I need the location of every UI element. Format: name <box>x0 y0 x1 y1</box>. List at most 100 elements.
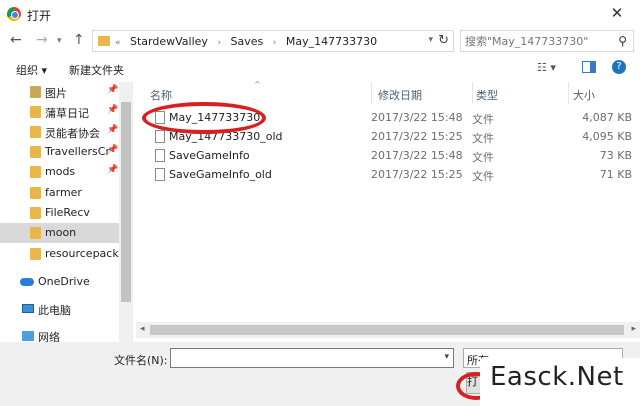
folder-icon <box>30 146 41 158</box>
new-folder-button[interactable]: 新建文件夹 <box>69 62 124 78</box>
file-date: 2017/3/22 15:25 <box>371 130 463 143</box>
sidebar-item-folder[interactable]: mods 📌 <box>0 162 120 182</box>
scrollbar-thumb[interactable] <box>150 325 624 335</box>
refresh-icon[interactable]: ↻ <box>438 33 449 48</box>
sidebar-item-label: moon <box>45 226 77 239</box>
sidebar-item-folder[interactable]: FileRecv <box>0 203 120 223</box>
navigation-pane: 图片 📌 蒲草日记 📌 灵能者协会 📌 TravellersCr 📌 mods … <box>0 82 133 342</box>
file-date: 2017/3/22 15:48 <box>371 149 463 162</box>
close-button[interactable]: ✕ <box>594 0 640 28</box>
sidebar-item-label: FileRecv <box>45 206 90 219</box>
column-header-type[interactable]: 类型 <box>472 82 568 104</box>
filename-combobox[interactable]: ▾ <box>170 348 454 368</box>
scroll-right-icon[interactable]: ▸ <box>631 324 636 334</box>
file-size: 71 KB <box>599 168 632 181</box>
sidebar-item-label: resourcepacks <box>45 247 125 260</box>
file-icon <box>155 130 165 143</box>
sidebar-item-label: farmer <box>45 186 82 199</box>
folder-icon <box>98 36 110 46</box>
sidebar-item-label: 网络 <box>38 331 60 342</box>
file-date: 2017/3/22 15:48 <box>371 111 463 124</box>
file-icon <box>155 149 165 162</box>
pictures-icon <box>30 86 41 98</box>
view-options-icon[interactable]: ☷ ▾ <box>537 61 556 74</box>
sidebar-item-this-pc[interactable]: 此电脑 <box>0 299 120 319</box>
window-title: 打开 <box>27 9 52 23</box>
search-box[interactable]: ⚲ <box>460 30 634 52</box>
file-size: 73 KB <box>599 149 632 162</box>
file-name: SaveGameInfo_old <box>169 168 272 181</box>
back-arrow-icon[interactable]: ← <box>10 32 22 48</box>
column-header-date[interactable]: 修改日期 <box>371 82 471 104</box>
sidebar-item-folder[interactable]: resourcepacks <box>0 244 124 264</box>
file-row[interactable]: SaveGameInfo_old 2017/3/22 15:25 文件 71 K… <box>136 165 640 184</box>
preview-pane-icon[interactable] <box>582 61 596 73</box>
file-type: 文件 <box>472 132 494 145</box>
organize-button[interactable]: 组织 ▾ <box>16 62 47 78</box>
column-header-name[interactable]: 名称 <box>150 82 370 104</box>
onedrive-cloud-icon <box>20 278 34 286</box>
pin-icon: 📌 <box>107 165 119 175</box>
file-row[interactable]: SaveGameInfo 2017/3/22 15:48 文件 73 KB <box>136 146 640 165</box>
filename-input[interactable] <box>171 349 431 367</box>
crumb-separator-icon[interactable]: › <box>217 38 221 48</box>
forward-arrow-icon[interactable]: → <box>36 32 48 48</box>
crumb-current-folder[interactable]: May_147733730 <box>286 35 377 48</box>
folder-icon <box>30 187 41 199</box>
chevron-down-icon[interactable]: ▾ <box>444 352 449 362</box>
sidebar-item-label: 灵能者协会 <box>45 127 100 140</box>
computer-icon <box>22 304 34 313</box>
sidebar-item-folder[interactable]: 灵能者协会 📌 <box>0 122 120 142</box>
file-list: ^ 名称 修改日期 类型 大小 May_147733730 2017/3/22 … <box>136 80 640 340</box>
command-bar: 组织 ▾ 新建文件夹 ☷ ▾ ? <box>0 58 640 80</box>
address-dropdown-icon[interactable]: ▾ <box>428 35 433 45</box>
red-highlight-annotation <box>142 102 266 134</box>
pin-icon: 📌 <box>107 105 119 115</box>
file-size: 4,087 KB <box>582 111 632 124</box>
sidebar-item-label: 此电脑 <box>38 304 71 317</box>
column-header-size[interactable]: 大小 <box>568 82 640 104</box>
folder-icon <box>30 166 41 178</box>
scroll-left-icon[interactable]: ◂ <box>140 324 145 334</box>
chrome-app-icon <box>7 7 21 21</box>
file-type: 文件 <box>472 170 494 183</box>
sidebar-scrollbar[interactable] <box>119 82 132 342</box>
crumb-separator-icon[interactable]: › <box>273 38 277 48</box>
watermark: Easck.Net <box>480 358 640 406</box>
sidebar-item-label: OneDrive <box>38 275 90 288</box>
pin-icon: 📌 <box>107 145 119 155</box>
folder-icon <box>30 207 41 219</box>
overflow-crumbs[interactable]: « <box>115 38 121 48</box>
pin-icon: 📌 <box>107 85 119 95</box>
file-name: SaveGameInfo <box>169 149 250 162</box>
file-icon <box>155 168 165 181</box>
sidebar-item-label: 图片 <box>45 87 67 100</box>
crumb-stardewvalley[interactable]: StardewValley <box>130 35 208 48</box>
sidebar-item-pictures[interactable]: 图片 📌 <box>0 82 120 102</box>
sidebar-item-network[interactable]: 网络 <box>0 326 120 342</box>
sidebar-item-folder[interactable]: TravellersCr 📌 <box>0 142 120 162</box>
sidebar-item-folder-selected[interactable]: moon <box>0 223 120 243</box>
sidebar-item-label: mods <box>45 165 76 178</box>
horizontal-scrollbar[interactable]: ◂ ▸ <box>136 322 640 338</box>
up-arrow-icon[interactable]: ↑ <box>73 32 85 48</box>
help-icon[interactable]: ? <box>612 60 626 74</box>
sidebar-item-onedrive[interactable]: OneDrive <box>0 272 120 292</box>
folder-icon <box>30 227 41 239</box>
search-input[interactable] <box>465 33 605 49</box>
sidebar-item-folder[interactable]: farmer <box>0 183 120 203</box>
navigation-bar: ← → ▾ ↑ « StardewValley › Saves › May_14… <box>0 28 640 54</box>
recent-locations-chevron-icon[interactable]: ▾ <box>57 36 62 46</box>
network-icon <box>22 331 34 341</box>
title-bar: 打开 ✕ <box>0 0 640 28</box>
scrollbar-thumb[interactable] <box>121 102 131 302</box>
filename-label: 文件名(N): <box>114 354 168 367</box>
breadcrumb: « StardewValley › Saves › May_147733730 <box>115 35 383 48</box>
address-bar[interactable]: « StardewValley › Saves › May_147733730 … <box>92 30 454 52</box>
sidebar-item-label: 蒲草日记 <box>45 107 89 120</box>
sidebar-item-label: TravellersCr <box>45 145 110 158</box>
search-icon[interactable]: ⚲ <box>618 34 627 48</box>
folder-icon <box>30 126 41 138</box>
sidebar-item-folder[interactable]: 蒲草日记 📌 <box>0 102 120 122</box>
crumb-saves[interactable]: Saves <box>231 35 264 48</box>
